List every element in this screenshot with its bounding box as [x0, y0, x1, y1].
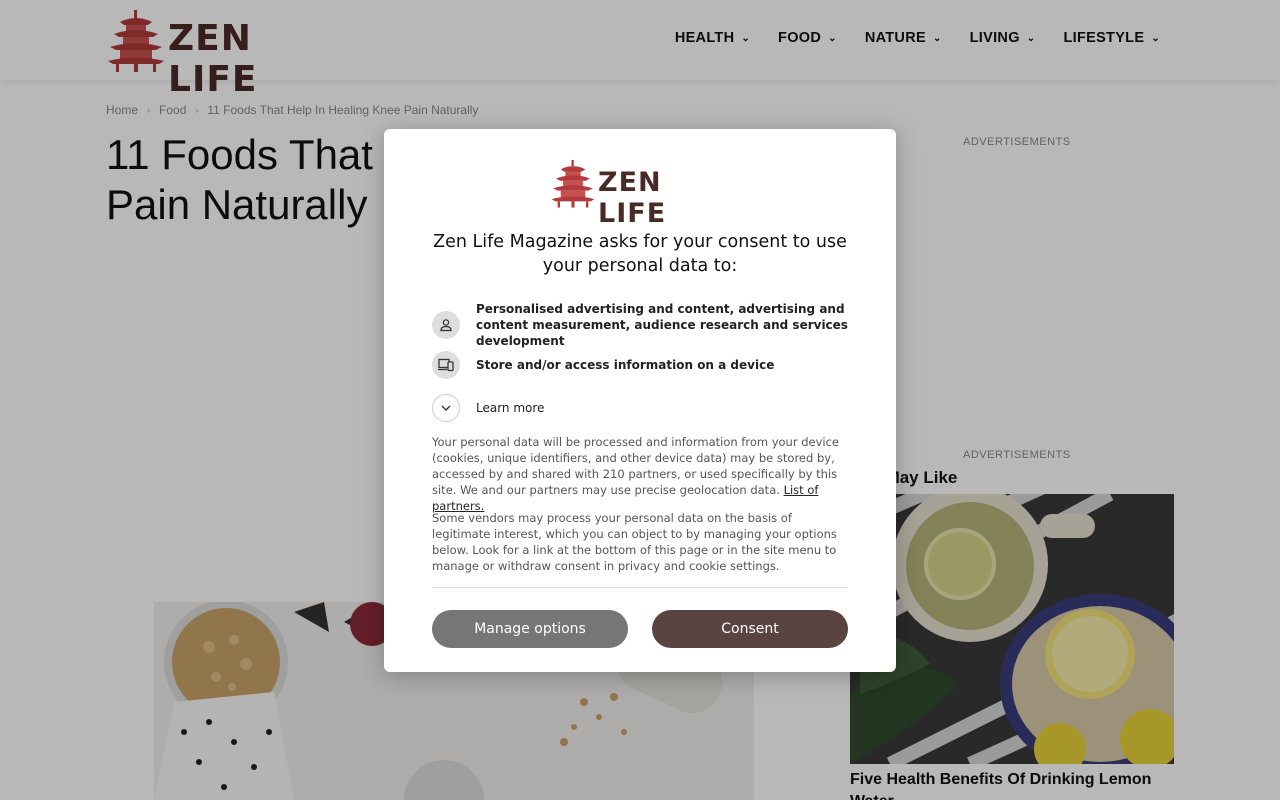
device-icon: [432, 351, 460, 379]
learn-more-toggle[interactable]: Learn more: [432, 394, 856, 422]
manage-options-button[interactable]: Manage options: [432, 610, 628, 648]
purpose-text: Store and/or access information on a dev…: [476, 358, 775, 372]
purpose-personalised-ads: Personalised advertising and content, ad…: [432, 301, 856, 349]
consent-paragraph-1: Your personal data will be processed and…: [432, 434, 852, 514]
consent-paragraph-2: Some vendors may process your personal d…: [432, 511, 837, 573]
divider: [432, 587, 848, 588]
consent-button[interactable]: Consent: [652, 610, 848, 648]
chevron-down-icon: [432, 394, 460, 422]
learn-more-label: Learn more: [476, 401, 545, 415]
purpose-text: Personalised advertising and content, ad…: [476, 302, 848, 348]
purpose-store-access: Store and/or access information on a dev…: [432, 351, 856, 379]
person-icon: [432, 311, 460, 339]
consent-logo: ZEN LIFE: [550, 153, 730, 229]
consent-dialog: ZEN LIFE Zen Life Magazine asks for your…: [384, 129, 896, 672]
consent-paragraph-1-text: Your personal data will be processed and…: [432, 435, 840, 497]
pagoda-icon: [551, 160, 595, 208]
consent-title: Zen Life Magazine asks for your consent …: [433, 232, 847, 276]
consent-logo-text: ZEN LIFE: [598, 167, 667, 229]
